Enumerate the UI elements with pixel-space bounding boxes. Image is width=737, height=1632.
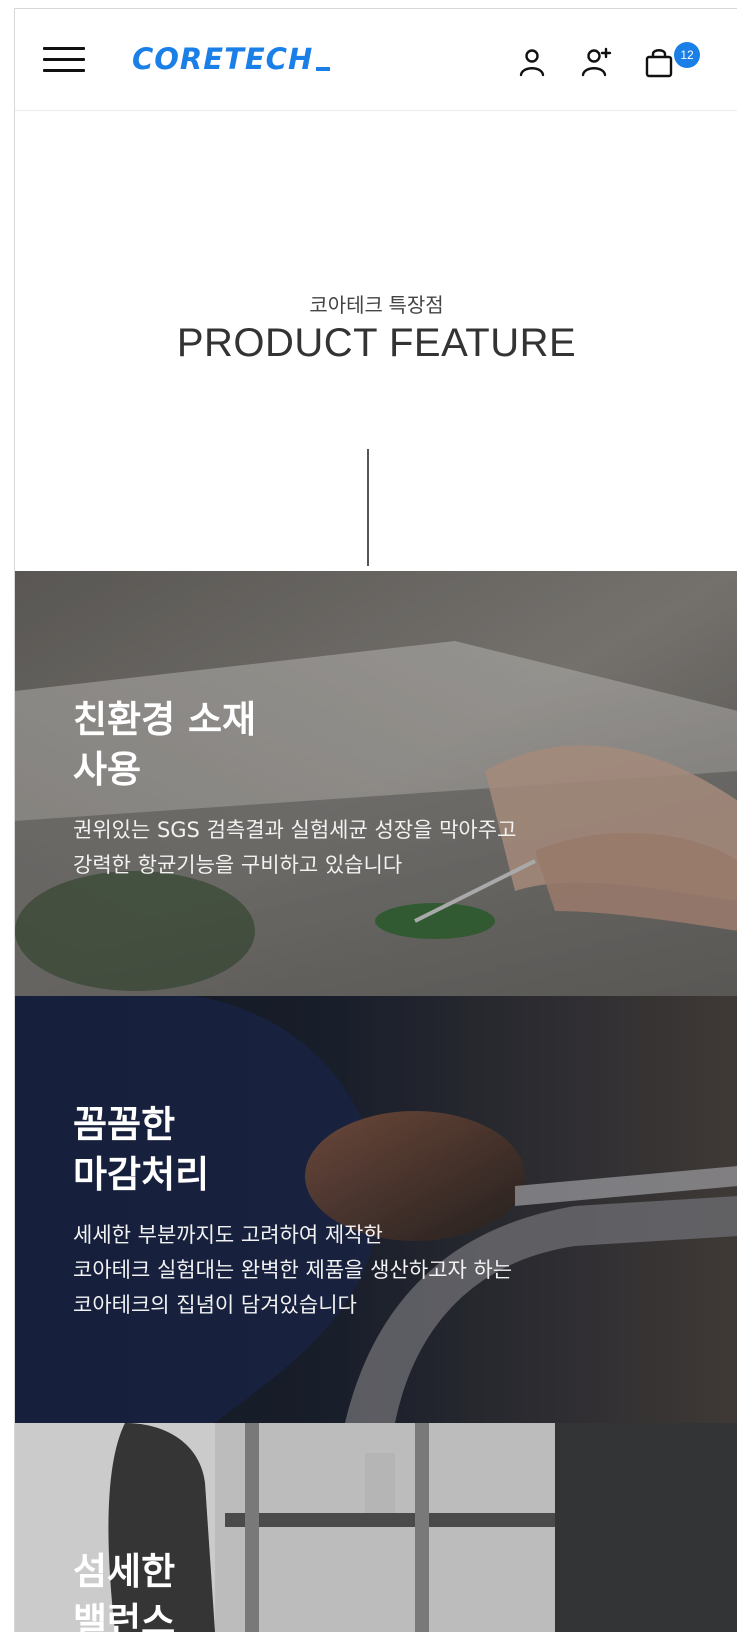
logo-text: CORETECH [132,42,314,76]
divider-line [367,449,369,566]
site-logo[interactable]: CORETECH [132,39,331,79]
feature-description: 권위있는 SGS 검측결과 실험세균 성장을 막아주고 강력한 항균기능을 구비… [73,818,517,877]
feature-image-finish [15,996,737,1423]
section-subtitle: 코아테크 특장점 [309,295,444,317]
menu-icon[interactable] [43,47,85,73]
section-title: PRODUCT FEATURE [176,321,577,365]
page-frame: CORETECH 12 코아테크 특장점 PRODUCT FEATURE 친환경… [14,8,737,1632]
feature-title: 꼼꼼한 마감처리 [73,1103,210,1196]
user-add-icon[interactable] [580,45,614,79]
shopping-bag-icon[interactable] [643,45,677,79]
feature-title: 친환경 소재 사용 [73,698,257,791]
user-icon[interactable] [515,45,549,79]
feature-panel-eco[interactable]: 친환경 소재 사용 권위있는 SGS 검측결과 실험세균 성장을 막아주고 강력… [15,571,737,996]
feature-title: 섬세한 밸런스 [73,1550,176,1632]
cart-count-badge: 12 [674,42,700,68]
feature-panel-balance[interactable]: 섬세한 밸런스 [15,1423,737,1632]
site-header: CORETECH 12 [15,9,737,111]
feature-panel-finish[interactable]: 꼼꼼한 마감처리 세세한 부분까지도 고려하여 제작한 코아테크 실험대는 완벽… [15,996,737,1423]
feature-description: 세세한 부분까지도 고려하여 제작한 코아테크 실험대는 완벽한 제품을 생산하… [73,1223,513,1317]
